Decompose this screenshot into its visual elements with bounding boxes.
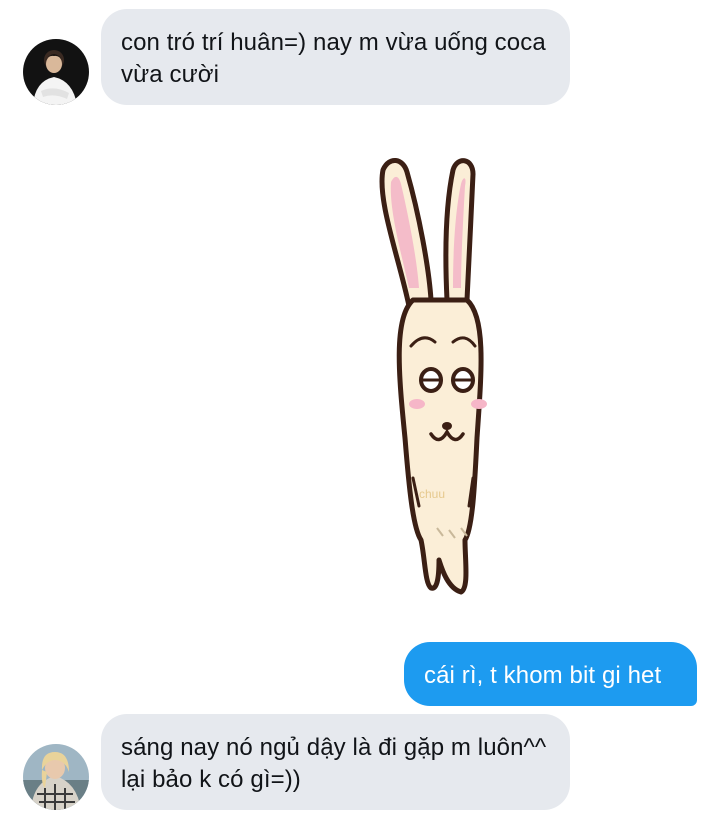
message-text: sáng nay nó ngủ dậy là đi gặp m luôn^^ l… [121,734,547,793]
sticker-watermark: chuu [419,487,445,501]
outgoing-message-bubble[interactable]: cái rì, t khom bit gi het [404,642,697,706]
sender-avatar[interactable] [23,39,89,105]
incoming-message-bubble[interactable]: sáng nay nó ngủ dậy là đi gặp m luôn^^ l… [101,714,570,810]
incoming-message-bubble[interactable]: con tró trí huân=) nay m vừa uống coca v… [101,9,570,105]
message-text: con tró trí huân=) nay m vừa uống coca v… [121,29,546,88]
sender-avatar[interactable] [23,744,89,810]
message-text: cái rì, t khom bit gi het [424,662,662,689]
rabbit-sticker[interactable]: chuu [365,148,505,608]
